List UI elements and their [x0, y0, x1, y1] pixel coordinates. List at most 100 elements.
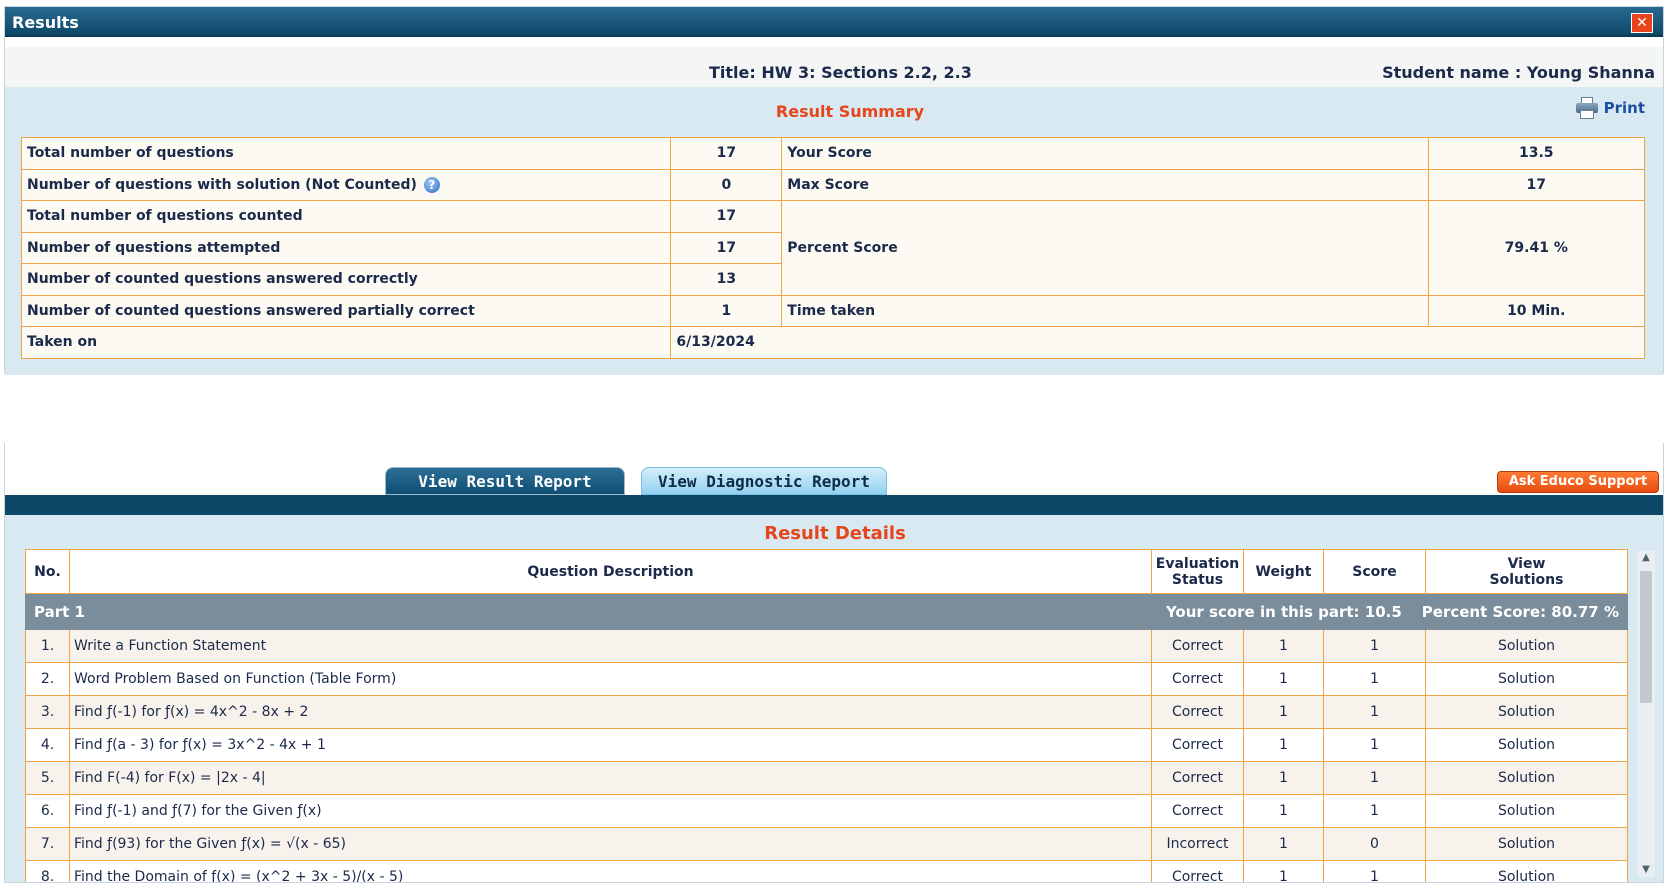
col-evaluation-status: Evaluation Status: [1151, 549, 1244, 594]
row-number: 3.: [25, 695, 70, 729]
row-number: 6.: [25, 794, 70, 828]
percent-score-value: 79.41 %: [1427, 200, 1645, 296]
solution-link[interactable]: Solution: [1425, 728, 1628, 762]
row-status: Correct: [1151, 728, 1244, 762]
vertical-scrollbar[interactable]: ▲ ▼: [1637, 551, 1655, 877]
row-score: 1: [1323, 761, 1426, 795]
tab-view-result-report[interactable]: View Result Report: [385, 467, 625, 495]
with-solution-label: Number of questions with solution (Not C…: [27, 176, 417, 193]
row-score: 1: [1323, 794, 1426, 828]
scroll-down-icon[interactable]: ▼: [1637, 863, 1655, 877]
row-score: 1: [1323, 728, 1426, 762]
part-stats: Your score in this part: 10.5 Percent Sco…: [1166, 603, 1619, 621]
scroll-thumb[interactable]: [1640, 571, 1652, 703]
row-status: Correct: [1151, 794, 1244, 828]
title-bar: Results ✕: [5, 7, 1663, 37]
table-row: 5. Find F(-4) for F(x) = |2x - 4| Correct 1…: [25, 761, 1628, 795]
time-taken-value: 10 Min.: [1427, 294, 1645, 327]
solution-link[interactable]: Solution: [1425, 761, 1628, 795]
row-number: 5.: [25, 761, 70, 795]
part-name: Part 1: [34, 602, 85, 621]
result-details-grid: No. Question Description Evaluation Statu…: [25, 549, 1629, 882]
row-description: Find ƒ(a - 3) for ƒ(x) = 3x^2 - 4x + 1: [69, 728, 1152, 762]
assignment-title: Title: HW 3: Sections 2.2, 2.3: [709, 63, 972, 82]
result-summary-heading: Result Summary: [775, 102, 925, 121]
table-row: 2. Word Problem Based on Function (Table …: [25, 662, 1628, 696]
solution-link[interactable]: Solution: [1425, 695, 1628, 729]
help-icon[interactable]: ?: [423, 176, 440, 193]
summary-row: Number of counted questions answered par…: [20, 294, 1645, 327]
result-details-section: Result Details No. Question Description …: [5, 515, 1663, 882]
attempted-value: 17: [670, 231, 783, 264]
row-number: 8.: [25, 860, 70, 882]
row-score: 1: [1323, 860, 1426, 882]
row-status: Correct: [1151, 761, 1244, 795]
header-row: Title: HW 3: Sections 2.2, 2.3 Student n…: [5, 47, 1663, 87]
your-score-value: 13.5: [1427, 137, 1645, 170]
row-score: 0: [1323, 827, 1426, 861]
part-row: Part 1 Your score in this part: 10.5 Perc…: [25, 593, 1628, 630]
table-row: 8. Find the Domain of ƒ(x) = (x^2 + 3x - …: [25, 860, 1628, 882]
counted-value: 17: [670, 200, 783, 233]
header-row: No. Question Description Evaluation Statu…: [25, 549, 1628, 594]
col-evaluation-line1: Evaluation: [1155, 555, 1240, 572]
counted-label: Total number of questions counted: [20, 200, 672, 233]
summary-row: Total number of questions counted 17 Per…: [20, 200, 1645, 296]
solution-link[interactable]: Solution: [1425, 662, 1628, 696]
solution-link[interactable]: Solution: [1425, 794, 1628, 828]
row-weight: 1: [1243, 860, 1324, 882]
solution-link[interactable]: Solution: [1425, 860, 1628, 882]
part-percent: Percent Score: 80.77 %: [1421, 602, 1619, 621]
row-number: 2.: [25, 662, 70, 696]
row-score: 1: [1323, 629, 1426, 663]
col-view-line2: Solutions: [1489, 571, 1564, 588]
ask-educo-support-button[interactable]: Ask Educo Support: [1497, 471, 1659, 493]
table-row: 6. Find ƒ(-1) and ƒ(7) for the Given ƒ(x)…: [25, 794, 1628, 828]
col-evaluation-line2: Status: [1171, 571, 1224, 588]
taken-on-value: 6/13/2024: [670, 326, 1645, 359]
scroll-up-icon[interactable]: ▲: [1637, 551, 1655, 565]
summary-row: Total number of questions 17 Your Score …: [20, 137, 1645, 170]
partial-label: Number of counted questions answered par…: [20, 294, 672, 327]
taken-on-label: Taken on: [20, 326, 672, 359]
summary-table: Total number of questions 17 Your Score …: [20, 137, 1645, 359]
row-description: Find ƒ(-1) and ƒ(7) for the Given ƒ(x): [69, 794, 1152, 828]
student-name: Student name : Young Shanna: [1382, 63, 1655, 82]
solution-link[interactable]: Solution: [1425, 827, 1628, 861]
row-number: 4.: [25, 728, 70, 762]
solution-link[interactable]: Solution: [1425, 629, 1628, 663]
result-details-table: No. Question Description Evaluation Statu…: [25, 549, 1628, 882]
time-taken-label: Time taken: [781, 294, 1429, 327]
result-details-window: View Result Report View Diagnostic Repor…: [4, 443, 1664, 883]
close-icon[interactable]: ✕: [1631, 13, 1653, 33]
row-weight: 1: [1243, 662, 1324, 696]
row-status: Incorrect: [1151, 827, 1244, 861]
table-row: 7. Find ƒ(93) for the Given ƒ(x) = √(x - …: [25, 827, 1628, 861]
printer-icon: [1575, 97, 1598, 119]
your-score-label: Your Score: [781, 137, 1429, 170]
row-description: Find ƒ(-1) for ƒ(x) = 4x^2 - 8x + 2: [69, 695, 1152, 729]
attempted-label: Number of questions attempted: [20, 231, 672, 264]
row-weight: 1: [1243, 794, 1324, 828]
row-status: Correct: [1151, 860, 1244, 882]
results-window: Results ✕ Title: HW 3: Sections 2.2, 2.3…: [4, 6, 1664, 375]
summary-row: Taken on 6/13/2024: [20, 326, 1645, 359]
row-weight: 1: [1243, 728, 1324, 762]
with-solution-cell: Number of questions with solution (Not C…: [20, 168, 672, 201]
summary-row: Number of questions with solution (Not C…: [20, 168, 1645, 201]
result-details-heading: Result Details: [764, 523, 906, 544]
row-status: Correct: [1151, 629, 1244, 663]
row-weight: 1: [1243, 761, 1324, 795]
row-description: Find ƒ(93) for the Given ƒ(x) = √(x - 65…: [69, 827, 1152, 861]
total-questions-value: 17: [670, 137, 783, 170]
correct-label: Number of counted questions answered cor…: [20, 263, 672, 296]
row-score: 1: [1323, 695, 1426, 729]
with-solution-value: 0: [670, 168, 783, 201]
row-weight: 1: [1243, 629, 1324, 663]
row-description: Word Problem Based on Function (Table Fo…: [69, 662, 1152, 696]
print-button[interactable]: Print: [1575, 97, 1645, 119]
part-cell: Part 1 Your score in this part: 10.5 Perc…: [25, 593, 1628, 630]
max-score-value: 17: [1427, 168, 1645, 201]
tab-view-diagnostic-report[interactable]: View Diagnostic Report: [641, 467, 887, 495]
col-weight: Weight: [1243, 549, 1324, 594]
